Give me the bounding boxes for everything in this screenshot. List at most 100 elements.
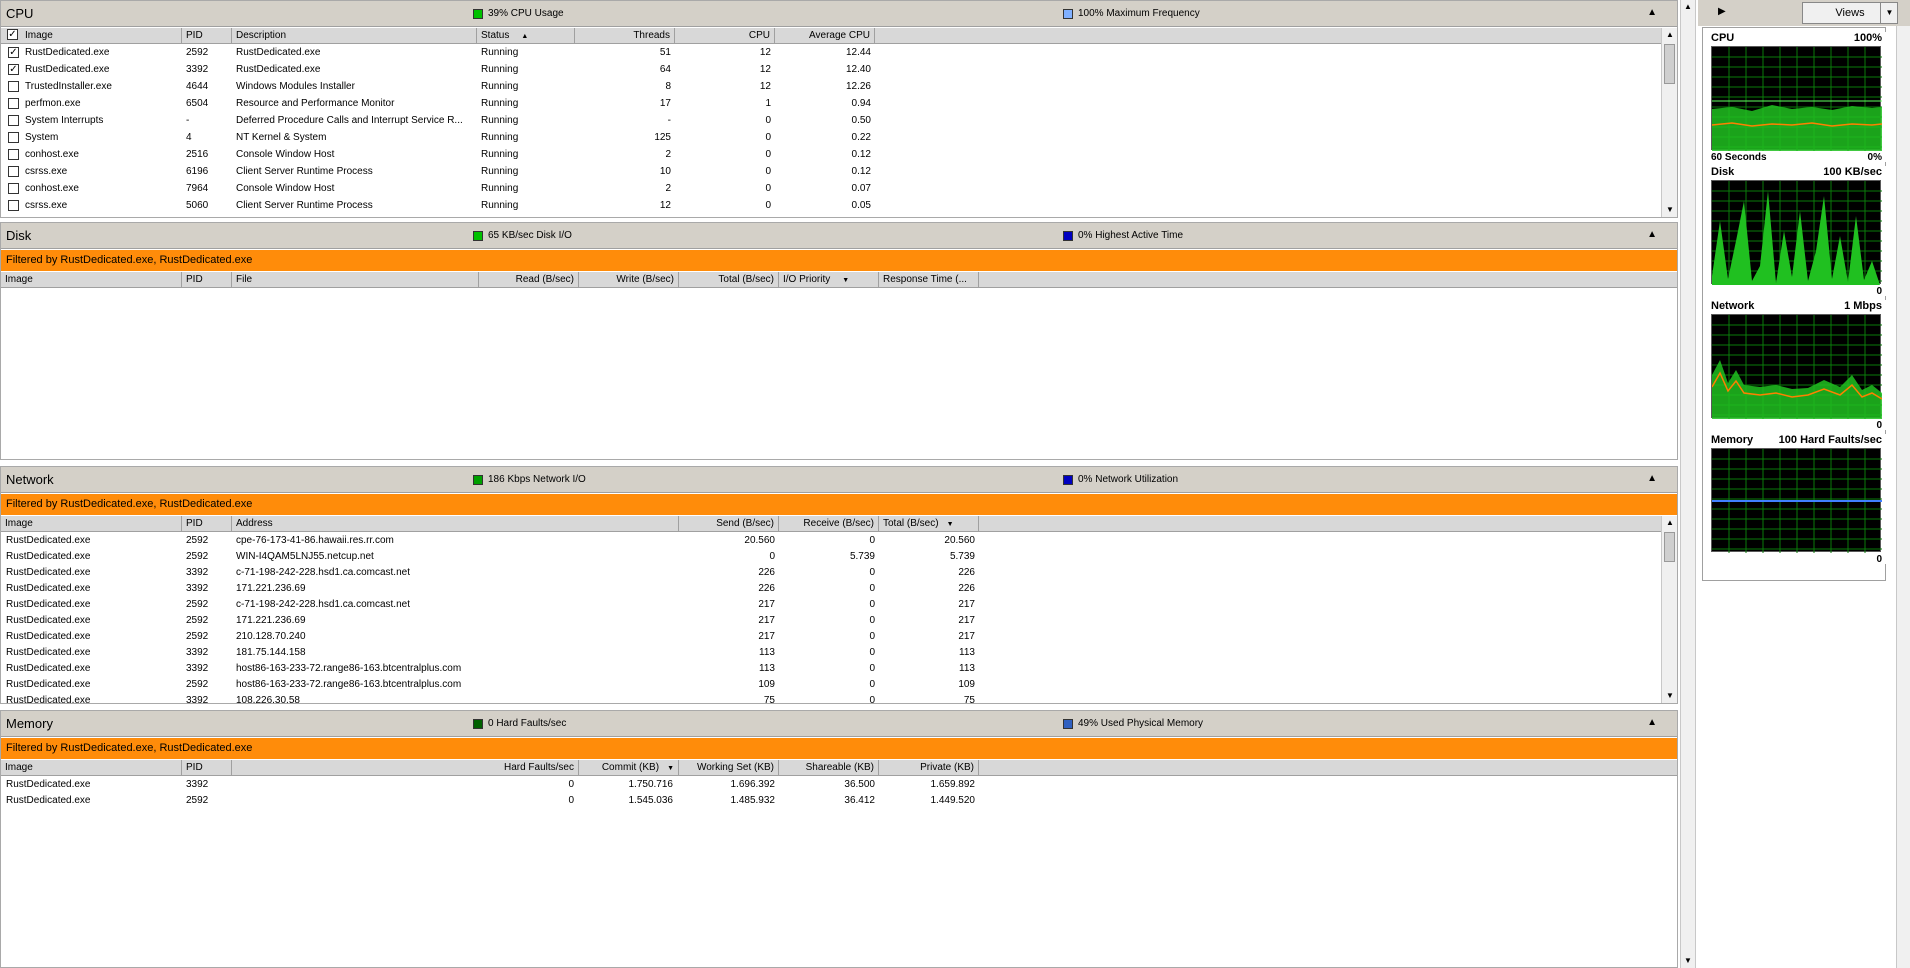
network-connection-row[interactable]: RustDedicated.exe 3392 181.75.144.158 113 0 1…	[1, 645, 1677, 661]
memory-col-commit[interactable]: Commit (KB) ▼	[579, 760, 679, 775]
cpu-col-cpu[interactable]: CPU	[675, 28, 775, 43]
process-checkbox[interactable]	[8, 98, 19, 109]
disk-io-text: 65 KB/sec Disk I/O	[488, 230, 572, 241]
memory-col-shareable[interactable]: Shareable (KB)	[779, 760, 879, 775]
disk-col-write[interactable]: Write (B/sec)	[579, 272, 679, 287]
expand-arrow-icon[interactable]: ▶	[1718, 6, 1726, 17]
network-col-receive[interactable]: Receive (B/sec)	[779, 516, 879, 531]
network-col-address[interactable]: Address	[232, 516, 679, 531]
disk-col-pid[interactable]: PID	[182, 272, 232, 287]
process-checkbox[interactable]	[8, 81, 19, 92]
cpu-process-row[interactable]: System 4 NT Kernel & System Running 125 0 0.22	[1, 130, 1677, 147]
cpu-col-image[interactable]: ✓ Image	[1, 28, 182, 43]
cpu-cell-description: Resource and Performance Monitor	[236, 98, 395, 109]
cpu-cell-threads: 17	[659, 98, 671, 109]
process-checkbox[interactable]	[8, 183, 19, 194]
memory-process-row[interactable]: RustDedicated.exe 2592 0 1.545.036 1.485.932…	[1, 793, 1677, 809]
disk-col-total[interactable]: Total (B/sec)	[679, 272, 779, 287]
disk-col-response-time[interactable]: Response Time (...	[879, 272, 979, 287]
disk-col-io-priority[interactable]: I/O Priority ▼	[779, 272, 879, 287]
collapse-arrow-icon[interactable]: ▲	[1647, 7, 1657, 18]
side-vertical-scrollbar[interactable]	[1896, 26, 1910, 968]
cpu-process-row[interactable]: csrss.exe 5060 Client Server Runtime Proce…	[1, 198, 1677, 215]
cpu-col-threads[interactable]: Threads	[575, 28, 675, 43]
memory-cell-share: 36.412	[844, 795, 875, 806]
disk-col-image[interactable]: Image	[1, 272, 182, 287]
cpu-col-average-cpu[interactable]: Average CPU	[775, 28, 875, 43]
cpu-cell-threads: 125	[654, 132, 671, 143]
network-col-send[interactable]: Send (B/sec)	[679, 516, 779, 531]
main-vertical-scrollbar[interactable]: ▲ ▼	[1680, 0, 1696, 968]
collapse-arrow-icon[interactable]: ▲	[1647, 229, 1657, 240]
cpu-vertical-scrollbar[interactable]: ▲ ▼	[1661, 28, 1677, 217]
memory-process-row[interactable]: RustDedicated.exe 3392 0 1.750.716 1.696.392…	[1, 777, 1677, 793]
network-cell-pid: 2592	[186, 599, 209, 610]
graph-scale-max: 100%	[1853, 32, 1882, 44]
network-col-pid[interactable]: PID	[182, 516, 232, 531]
memory-col-pid[interactable]: PID	[182, 760, 232, 775]
memory-col-hard-faults[interactable]: Hard Faults/sec	[232, 760, 579, 775]
memory-col-image[interactable]: Image	[1, 760, 182, 775]
process-checkbox[interactable]	[8, 115, 19, 126]
disk-section-header[interactable]: Disk 65 KB/sec Disk I/O 0% Highest Activ…	[1, 223, 1677, 249]
select-all-checkbox[interactable]: ✓	[7, 29, 18, 40]
scroll-down-icon[interactable]: ▼	[1681, 954, 1695, 968]
cpu-cell-avg: 0.22	[851, 132, 871, 143]
collapse-arrow-icon[interactable]: ▲	[1647, 473, 1657, 484]
process-checkbox[interactable]	[8, 132, 19, 143]
network-vertical-scrollbar[interactable]: ▲ ▼	[1661, 516, 1677, 703]
scroll-down-icon[interactable]: ▼	[1662, 689, 1677, 703]
cpu-process-row[interactable]: csrss.exe 6196 Client Server Runtime Proce…	[1, 164, 1677, 181]
chevron-down-icon[interactable]: ▼	[1880, 2, 1898, 24]
cpu-col-status[interactable]: Status ▲	[477, 28, 575, 43]
cpu-process-row[interactable]: ✓ RustDedicated.exe 2592 RustDedicated.exe R…	[1, 45, 1677, 62]
cpu-process-row[interactable]: ✓ RustDedicated.exe 3392 RustDedicated.exe R…	[1, 62, 1677, 79]
scroll-thumb[interactable]	[1664, 44, 1675, 84]
cpu-cell-image: perfmon.exe	[25, 98, 81, 109]
network-connection-row[interactable]: RustDedicated.exe 2592 171.221.236.69 217 0 2…	[1, 613, 1677, 629]
network-connection-row[interactable]: RustDedicated.exe 3392 c-71-198-242-228.hs…	[1, 565, 1677, 581]
network-connection-row[interactable]: RustDedicated.exe 3392 host86-163-233-72.r…	[1, 661, 1677, 677]
cpu-col-pid[interactable]: PID	[182, 28, 232, 43]
memory-col-working-set[interactable]: Working Set (KB)	[679, 760, 779, 775]
network-connection-row[interactable]: RustDedicated.exe 2592 c-71-198-242-228.hs…	[1, 597, 1677, 613]
process-checkbox[interactable]	[8, 166, 19, 177]
memory-col-private[interactable]: Private (KB)	[879, 760, 979, 775]
network-connection-row[interactable]: RustDedicated.exe 2592 host86-163-233-72.r…	[1, 677, 1677, 693]
network-col-total[interactable]: Total (B/sec) ▼	[879, 516, 979, 531]
process-checkbox[interactable]: ✓	[8, 64, 19, 75]
cpu-col-description[interactable]: Description	[232, 28, 477, 43]
network-connection-row[interactable]: RustDedicated.exe 2592 WIN-I4QAM5LNJ55.net…	[1, 549, 1677, 565]
scroll-thumb[interactable]	[1664, 532, 1675, 562]
network-connection-row[interactable]: RustDedicated.exe 2592 210.128.70.240 217 0 2…	[1, 629, 1677, 645]
cpu-process-row[interactable]: System Interrupts - Deferred Procedure Cal…	[1, 113, 1677, 130]
network-connection-row[interactable]: RustDedicated.exe 3392 108.226.30.58 75 0 75	[1, 693, 1677, 703]
cpu-process-row[interactable]: TrustedInstaller.exe 4644 Windows Modules …	[1, 79, 1677, 96]
process-checkbox[interactable]	[8, 200, 19, 211]
network-connection-row[interactable]: RustDedicated.exe 3392 171.221.236.69 226 0 2…	[1, 581, 1677, 597]
disk-col-read[interactable]: Read (B/sec)	[479, 272, 579, 287]
scroll-up-icon[interactable]: ▲	[1681, 0, 1695, 14]
cpu-process-row[interactable]: conhost.exe 2516 Console Window Host Runnin…	[1, 147, 1677, 164]
graph-title: Memory	[1711, 434, 1754, 446]
network-cell-recv: 0	[869, 535, 875, 546]
cpu-section-header[interactable]: CPU 39% CPU Usage 100% Maximum Frequency…	[1, 1, 1677, 27]
network-connection-row[interactable]: RustDedicated.exe 2592 cpe-76-173-41-86.ha…	[1, 533, 1677, 549]
network-section-header[interactable]: Network 186 Kbps Network I/O 0% Network …	[1, 467, 1677, 493]
cpu-cell-threads: 64	[659, 64, 671, 75]
process-checkbox[interactable]: ✓	[8, 47, 19, 58]
disk-section: Disk 65 KB/sec Disk I/O 0% Highest Activ…	[0, 222, 1678, 460]
cpu-process-row[interactable]: perfmon.exe 6504 Resource and Performance …	[1, 96, 1677, 113]
memory-filter-banner: Filtered by RustDedicated.exe, RustDedic…	[1, 738, 1677, 759]
scroll-down-icon[interactable]: ▼	[1662, 203, 1677, 217]
disk-col-file[interactable]: File	[232, 272, 479, 287]
network-col-image[interactable]: Image	[1, 516, 182, 531]
network-cell-address: c-71-198-242-228.hsd1.ca.comcast.net	[236, 599, 410, 610]
scroll-up-icon[interactable]: ▲	[1662, 28, 1677, 42]
collapse-arrow-icon[interactable]: ▲	[1647, 717, 1657, 728]
cpu-process-row[interactable]: conhost.exe 7964 Console Window Host Runnin…	[1, 181, 1677, 198]
main-pane: CPU 39% CPU Usage 100% Maximum Frequency…	[0, 0, 1678, 968]
scroll-up-icon[interactable]: ▲	[1662, 516, 1677, 530]
memory-section-header[interactable]: Memory 0 Hard Faults/sec 49% Used Physic…	[1, 711, 1677, 737]
process-checkbox[interactable]	[8, 149, 19, 160]
